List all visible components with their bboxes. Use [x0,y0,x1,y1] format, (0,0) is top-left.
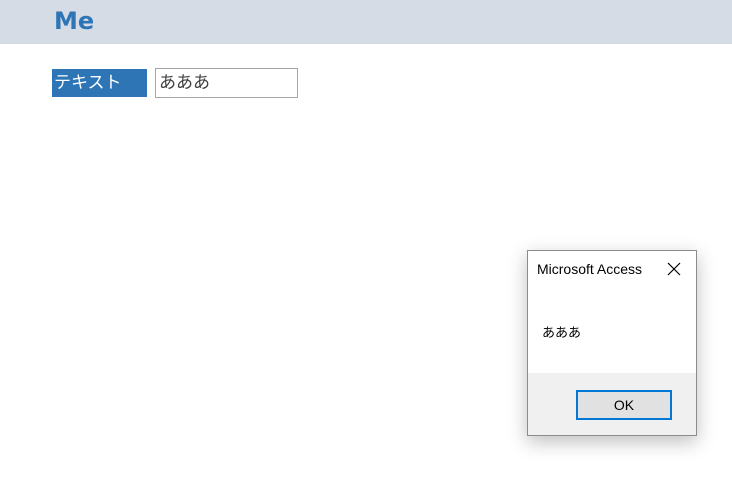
form-header: Me [0,0,732,44]
close-icon[interactable] [666,260,682,278]
ok-button[interactable]: OK [576,390,672,420]
form-title: Me [54,7,95,35]
message-box-dialog: Microsoft Access あああ OK [527,250,697,436]
dialog-message: あああ [542,326,582,341]
dialog-title: Microsoft Access [537,261,643,277]
dialog-footer: OK [528,373,696,435]
text-field-input[interactable]: あああ [155,68,298,98]
text-field-label: テキスト [52,69,147,97]
